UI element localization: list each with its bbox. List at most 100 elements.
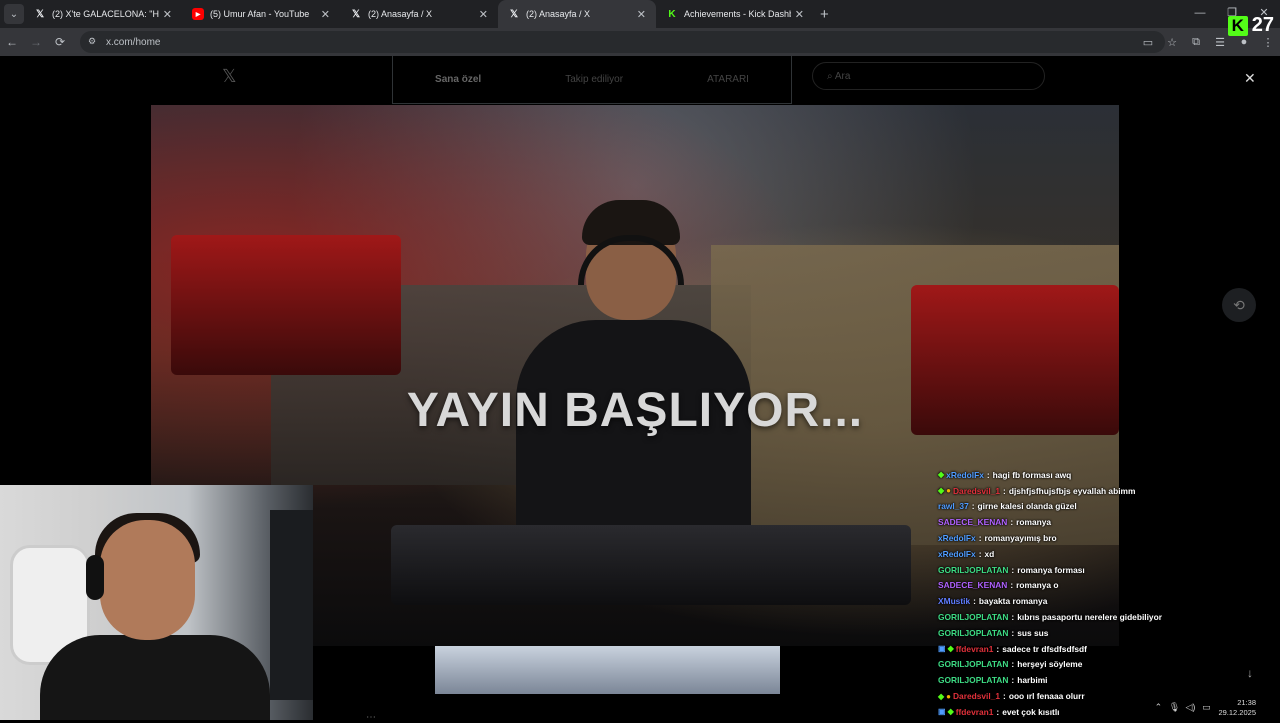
chat-text: evet çok kısıtlı — [1002, 706, 1060, 717]
tab-title: (2) Anasayfa / X — [526, 9, 591, 19]
more-dots-icon[interactable]: ⋯ — [366, 712, 376, 723]
x-logo-icon[interactable]: 𝕏 — [222, 66, 237, 87]
chat-text: djshfjsfhujsfbjs eyvallah abimm — [1008, 485, 1136, 496]
chat-username[interactable]: XMustik — [938, 596, 970, 606]
chat-message: GORILJOPLATAN: harbimi — [938, 672, 1268, 688]
tab-title: (2) X'te GALACELONA: "HUZUR — [52, 9, 159, 19]
chat-username[interactable]: xRedolFx — [938, 533, 976, 543]
chat-separator: : — [1003, 485, 1006, 496]
chat-text: romanyayımış bro — [984, 533, 1057, 544]
close-tab-icon[interactable]: ✕ — [163, 8, 172, 21]
tab-list[interactable]: ATARARI — [707, 74, 749, 85]
chat-username[interactable]: GORILJOPLATAN — [938, 675, 1008, 685]
chat-separator: : — [996, 706, 1000, 717]
chat-message: ◆ ● Daredsvil_1: djshfjsfhujsfbjs eyvallah … — [938, 483, 1268, 499]
chat-username[interactable]: ffdevran1 — [956, 707, 994, 717]
chat-text: xd — [984, 548, 995, 559]
forward-arrow-icon[interactable]: → — [24, 35, 48, 49]
address-url: x.com/home — [106, 36, 161, 48]
new-tab-plus-icon[interactable]: + — [820, 6, 829, 23]
bookmark-star-icon[interactable]: ☆ — [1160, 36, 1184, 49]
chat-badge-icon: ▣ — [938, 644, 946, 654]
menu-kebab-icon[interactable]: ⋮ — [1256, 36, 1280, 49]
chat-username[interactable]: rawl_37 — [938, 501, 969, 511]
chat-username[interactable]: SADECE_KENAN — [938, 517, 1007, 527]
microphone-icon[interactable]: 🎙 — [1166, 702, 1182, 713]
x-timeline-tabs: Sana özel Takip ediliyor ATARARI — [392, 56, 792, 104]
profile-avatar-icon[interactable]: ● — [1232, 36, 1256, 48]
back-arrow-icon[interactable]: ← — [0, 35, 24, 49]
extensions-puzzle-icon[interactable]: ⧉ — [1184, 36, 1208, 49]
chat-separator: : — [1003, 691, 1006, 702]
chat-separator: : — [1010, 580, 1014, 591]
tab-0[interactable]: 𝕏 (2) X'te GALACELONA: "HUZUR ✕ — [24, 0, 182, 28]
reload-icon[interactable]: ⟳ — [48, 35, 72, 49]
chat-separator: : — [1011, 659, 1015, 670]
chat-message: GORILJOPLATAN: herşeyi söyleme — [938, 657, 1268, 673]
chat-text: romanya — [1016, 517, 1052, 528]
network-icon[interactable]: ▭ — [1198, 702, 1214, 713]
chat-username[interactable]: ffdevran1 — [956, 644, 994, 654]
tab-2[interactable]: 𝕏 (2) Anasayfa / X ✕ — [340, 0, 498, 28]
chat-text: herşeyi söyleme — [1017, 659, 1083, 670]
tab-following[interactable]: Takip ediliyor — [565, 74, 623, 85]
post-media-thumbnail[interactable] — [435, 646, 780, 694]
x-search-input[interactable]: ⌕ Ara — [812, 62, 1045, 90]
chat-text: girne kalesi olanda güzel — [977, 501, 1077, 512]
chat-username[interactable]: GORILJOPLATAN — [938, 612, 1008, 622]
close-tab-icon[interactable]: ✕ — [479, 8, 488, 21]
chat-username[interactable]: GORILJOPLATAN — [938, 628, 1008, 638]
site-info-icon[interactable]: ⚙ — [88, 36, 100, 48]
chat-separator: : — [1011, 612, 1015, 623]
tab-4[interactable]: K Achievements - Kick Dashboard ✕ — [656, 0, 814, 28]
kick-icon: K — [668, 8, 676, 20]
chevron-up-icon[interactable]: ⌃ — [1150, 702, 1166, 713]
chat-separator: : — [1010, 517, 1014, 528]
chat-separator: : — [986, 469, 990, 480]
chat-username[interactable]: GORILJOPLATAN — [938, 565, 1008, 575]
chat-text: harbimi — [1017, 675, 1048, 686]
close-tab-icon[interactable]: ✕ — [795, 8, 804, 21]
x-logo-icon: 𝕏 — [509, 8, 519, 20]
chat-message: ▣ ◆ ffdevran1: sadece tr dfsdfsdfsdf — [938, 641, 1268, 657]
tab-1[interactable]: ▶ (5) Umur Afan - YouTube ✕ — [182, 0, 340, 28]
chat-username[interactable]: Daredsvil_1 — [953, 486, 1000, 496]
x-logo-icon: 𝕏 — [351, 8, 361, 20]
chat-badge-icon: ◆ — [938, 470, 945, 480]
chat-separator: : — [978, 533, 982, 544]
camera-left — [171, 235, 401, 375]
chat-separator: : — [996, 643, 1000, 654]
chat-username[interactable]: Daredsvil_1 — [953, 691, 1000, 701]
minimize-icon[interactable]: — — [1184, 0, 1216, 28]
clock-date: 29.12.2025 — [1218, 707, 1256, 717]
chat-message: GORILJOPLATAN: romanya forması — [938, 562, 1268, 578]
address-bar[interactable]: ⚙ x.com/home — [80, 31, 1165, 53]
tab-3-active[interactable]: 𝕏 (2) Anasayfa / X ✕ — [498, 0, 656, 28]
chat-username[interactable]: GORILJOPLATAN — [938, 659, 1008, 669]
stream-overlay-title: YAYIN BAŞLIYOR... — [406, 384, 864, 437]
chat-badge-icon: ◆ — [938, 691, 945, 701]
close-tab-icon[interactable]: ✕ — [321, 8, 330, 21]
chat-username[interactable]: xRedolFx — [938, 549, 976, 559]
chat-badge-icon: ● — [946, 486, 951, 496]
chat-badge-icon: ◆ — [938, 486, 945, 496]
clock-time: 21:38 — [1237, 697, 1256, 707]
tab-search-chevron-icon[interactable]: ⌄ — [4, 4, 24, 24]
reading-list-icon[interactable]: ☰ — [1208, 36, 1232, 49]
grok-icon[interactable]: ⟲ — [1222, 288, 1256, 322]
stream-chat-overlay: ◆ xRedolFx: hagi fb forması awq ◆ ● Daredsvil… — [938, 467, 1268, 720]
browser-toolbar: ← → ⟳ ⚙ x.com/home ▭ ☆ ⧉ ☰ ● ⋮ — [0, 28, 1280, 56]
chat-username[interactable]: SADECE_KENAN — [938, 580, 1007, 590]
kick-follower-overlay: K 27 — [1227, 14, 1274, 37]
close-tab-icon[interactable]: ✕ — [637, 8, 646, 21]
chat-username[interactable]: xRedolFx — [946, 470, 984, 480]
tab-for-you[interactable]: Sana özel — [435, 74, 481, 85]
scroll-down-arrow-icon[interactable]: ↓ — [1247, 666, 1253, 680]
close-media-icon[interactable]: ✕ — [1244, 70, 1256, 87]
chat-badge-icon: ▣ — [938, 707, 946, 717]
chat-badge-icon: ◆ — [947, 644, 954, 654]
cast-icon[interactable]: ▭ — [1136, 36, 1160, 49]
kick-count: 27 — [1251, 14, 1274, 36]
clock[interactable]: 21:38 29.12.2025 — [1218, 698, 1256, 718]
speaker-icon[interactable]: ◁) — [1182, 702, 1198, 713]
